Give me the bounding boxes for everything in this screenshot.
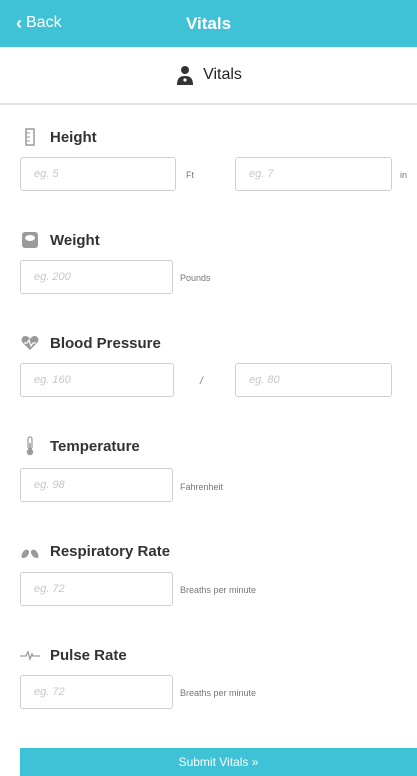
- weight-input[interactable]: [20, 260, 173, 294]
- scale-icon: [20, 230, 40, 250]
- weight-unit: Pounds: [180, 273, 211, 283]
- temperature-section-title: Temperature: [20, 436, 140, 456]
- doctor-icon: [175, 65, 195, 85]
- bp-separator: /: [200, 376, 203, 387]
- respiratory-rate-input[interactable]: [20, 572, 173, 606]
- systolic-input[interactable]: [20, 363, 174, 397]
- respiratory-rate-section-title: Respiratory Rate: [20, 541, 170, 561]
- page-header: Vitals: [0, 47, 417, 105]
- nav-title: Vitals: [185, 14, 232, 33]
- weight-section-title: Weight: [20, 230, 100, 250]
- temperature-input[interactable]: [20, 468, 173, 502]
- nav-bar: ‹ Back Vitals: [0, 0, 417, 47]
- respiratory-rate-label: Respiratory Rate: [50, 542, 171, 560]
- height-label: Height: [50, 128, 97, 146]
- blood-pressure-section-title: Blood Pressure: [20, 333, 161, 353]
- temperature-unit: Fahrenheit: [180, 482, 224, 492]
- heart-icon: [20, 333, 40, 353]
- height-inches-input[interactable]: [235, 157, 392, 191]
- pulse-icon: [20, 645, 40, 665]
- respiratory-rate-unit: Breaths per minute: [180, 585, 257, 595]
- inches-unit: in: [400, 170, 408, 180]
- blood-pressure-label: Blood Pressure: [50, 334, 161, 352]
- ruler-icon: [20, 127, 40, 147]
- pulse-rate-label: Pulse Rate: [50, 646, 127, 664]
- weight-label: Weight: [50, 231, 100, 249]
- page-title: Vitals: [203, 66, 242, 83]
- pulse-rate-input[interactable]: [20, 675, 173, 709]
- submit-vitals-button[interactable]: Submit Vitals »: [20, 748, 417, 776]
- pulse-rate-unit: Breaths per minute: [180, 688, 257, 698]
- feet-unit: Ft: [186, 170, 194, 180]
- height-section-title: Height: [20, 127, 97, 147]
- temperature-label: Temperature: [50, 437, 140, 455]
- thermometer-icon: [20, 436, 40, 456]
- lungs-icon: [20, 541, 40, 561]
- height-feet-input[interactable]: [20, 157, 176, 191]
- diastolic-input[interactable]: [235, 363, 392, 397]
- pulse-rate-section-title: Pulse Rate: [20, 645, 127, 665]
